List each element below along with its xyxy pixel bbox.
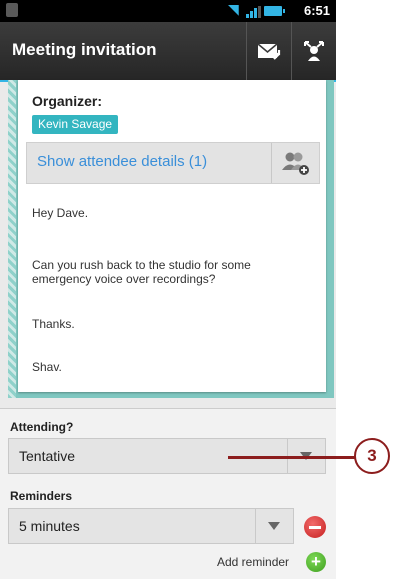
organizer-label: Organizer: — [32, 93, 103, 109]
reminder-dropdown-button[interactable] — [255, 509, 292, 543]
card-container: Organizer: Kevin Savage Show attendee de… — [8, 80, 334, 398]
notification-icon — [6, 3, 18, 17]
message-line: Thanks. — [32, 317, 75, 331]
message-line: Can you rush back to the studio for some — [32, 258, 251, 272]
plus-icon: + — [311, 552, 321, 571]
status-time: 6:51 — [303, 3, 330, 18]
remove-reminder-button[interactable] — [304, 516, 326, 538]
invitation-card: Organizer: Kevin Savage Show attendee de… — [18, 80, 326, 392]
page-title: Meeting invitation — [12, 40, 157, 59]
message-line: Shav. — [32, 360, 62, 374]
attending-label: Attending? — [10, 420, 74, 434]
action-bar: Meeting invitation — [0, 22, 336, 82]
reminders-label: Reminders — [10, 489, 73, 503]
add-reminder-label[interactable]: Add reminder — [217, 555, 289, 569]
message-line: emergency voice over recordings? — [32, 272, 216, 286]
callout-pointer — [228, 456, 356, 459]
status-bar: ◥ 6:51 — [0, 0, 336, 22]
signal-icon — [246, 6, 261, 18]
organizer-chip[interactable]: Kevin Savage — [32, 115, 119, 134]
forward-people-icon — [304, 41, 324, 61]
phone-screen: ◥ 6:51 Meeting invitation Organizer: Kev… — [0, 0, 336, 579]
card-edge-decoration — [8, 80, 16, 398]
reply-button[interactable] — [246, 22, 291, 80]
reminder-value: 5 minutes — [19, 518, 80, 534]
chevron-down-icon — [268, 522, 280, 530]
attendee-details-label: Show attendee details (1) — [37, 153, 208, 170]
battery-icon — [264, 6, 285, 16]
add-reminder-button[interactable]: + — [306, 552, 326, 572]
reminder-select[interactable]: 5 minutes — [8, 508, 294, 544]
minus-icon — [309, 525, 321, 529]
wifi-icon: ◥ — [228, 2, 239, 18]
show-attendee-details-button[interactable]: Show attendee details (1) — [26, 142, 320, 184]
attending-value: Tentative — [19, 448, 76, 464]
message-line: Hey Dave. — [32, 206, 89, 220]
reply-mail-icon — [257, 43, 281, 60]
forward-button[interactable] — [291, 22, 336, 80]
callout-number: 3 — [354, 438, 390, 474]
add-person-icon — [282, 152, 309, 175]
add-attendee-button[interactable] — [271, 143, 320, 183]
